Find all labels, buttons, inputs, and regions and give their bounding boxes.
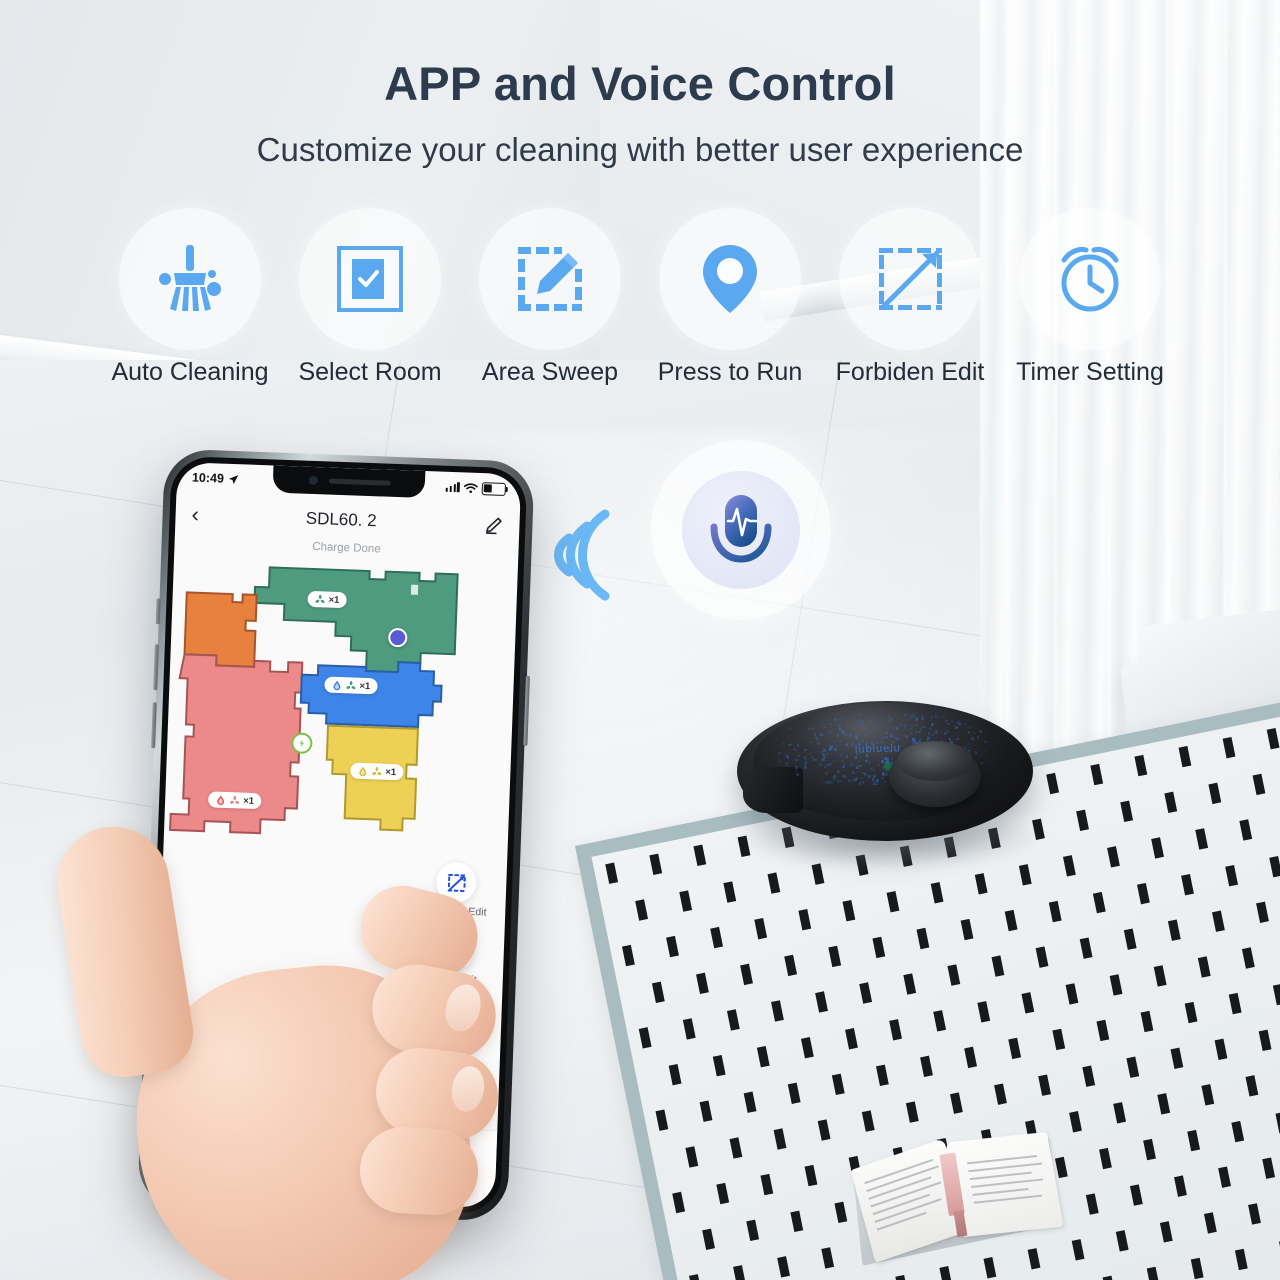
room-tag-count: ×1 — [385, 766, 396, 777]
feature-label: Auto Cleaning — [100, 358, 280, 387]
front-camera — [309, 476, 318, 485]
robot-brand-label: lubluelu — [855, 742, 901, 756]
feature-icon-wrap — [479, 208, 621, 350]
page-subtitle: Customize your cleaning with better user… — [0, 131, 1280, 169]
feature-timer-setting[interactable]: Timer Setting — [1000, 208, 1180, 387]
voice-icon-wrap — [682, 471, 800, 589]
location-arrow-icon — [228, 473, 239, 484]
feature-label: Select Room — [280, 358, 460, 387]
alarm-clock-icon — [1050, 239, 1130, 319]
notch — [273, 465, 426, 498]
room-tag-count: ×1 — [359, 680, 370, 691]
voice-control-badge[interactable] — [651, 440, 831, 620]
map-room-green — [252, 567, 458, 674]
feature-label: Area Sweep — [460, 358, 640, 387]
area-pencil-icon — [510, 239, 590, 319]
room-select-icon — [330, 239, 410, 319]
status-time: 10:49 — [192, 470, 224, 485]
robot-vacuum: lubluelu — [737, 693, 1037, 863]
feature-row: Auto Cleaning Select Room Area Sweep Pre… — [0, 208, 1280, 398]
room-tag-green[interactable]: ×1 — [307, 591, 346, 608]
forbidden-area-icon — [870, 239, 950, 319]
water-drop-icon — [357, 765, 368, 776]
poster-canvas: APP and Voice Control Customize your cle… — [0, 0, 1280, 1280]
feature-label: Press to Run — [640, 358, 820, 387]
earpiece-speaker — [329, 479, 391, 486]
hand-holding-phone — [60, 800, 580, 1280]
device-name-title: SDL60. 2 — [199, 505, 484, 535]
room-tag-count: ×1 — [328, 594, 339, 605]
microphone-waveform-icon — [698, 487, 784, 573]
wifi-icon — [464, 482, 478, 494]
fan-icon — [371, 766, 382, 777]
feature-label: Timer Setting — [1000, 358, 1180, 387]
feature-auto-cleaning[interactable]: Auto Cleaning — [100, 208, 280, 387]
feature-press-to-run[interactable]: Press to Run — [640, 208, 820, 387]
battery-icon — [482, 482, 506, 496]
broom-icon — [150, 239, 230, 319]
cellular-bars-icon — [445, 482, 460, 493]
feature-area-sweep[interactable]: Area Sweep — [460, 208, 640, 387]
room-tag-blue[interactable]: ×1 — [324, 676, 377, 694]
feature-select-room[interactable]: Select Room — [280, 208, 460, 387]
feature-label: Forbiden Edit — [820, 358, 1000, 387]
feature-icon-wrap — [659, 208, 801, 350]
feature-icon-wrap — [119, 208, 261, 350]
feature-icon-wrap — [1019, 208, 1161, 350]
feature-forbiden-edit[interactable]: Forbiden Edit — [820, 208, 1000, 387]
fan-icon — [345, 680, 356, 691]
feature-icon-wrap — [839, 208, 981, 350]
pencil-icon[interactable] — [483, 515, 504, 536]
water-drop-icon — [331, 679, 342, 690]
map-pin-icon — [690, 239, 770, 319]
feature-icon-wrap — [299, 208, 441, 350]
sound-waves-icon — [545, 500, 625, 610]
room-tag-yellow[interactable]: ×1 — [350, 762, 403, 780]
page-title: APP and Voice Control — [0, 56, 1280, 111]
fan-icon — [314, 594, 325, 605]
